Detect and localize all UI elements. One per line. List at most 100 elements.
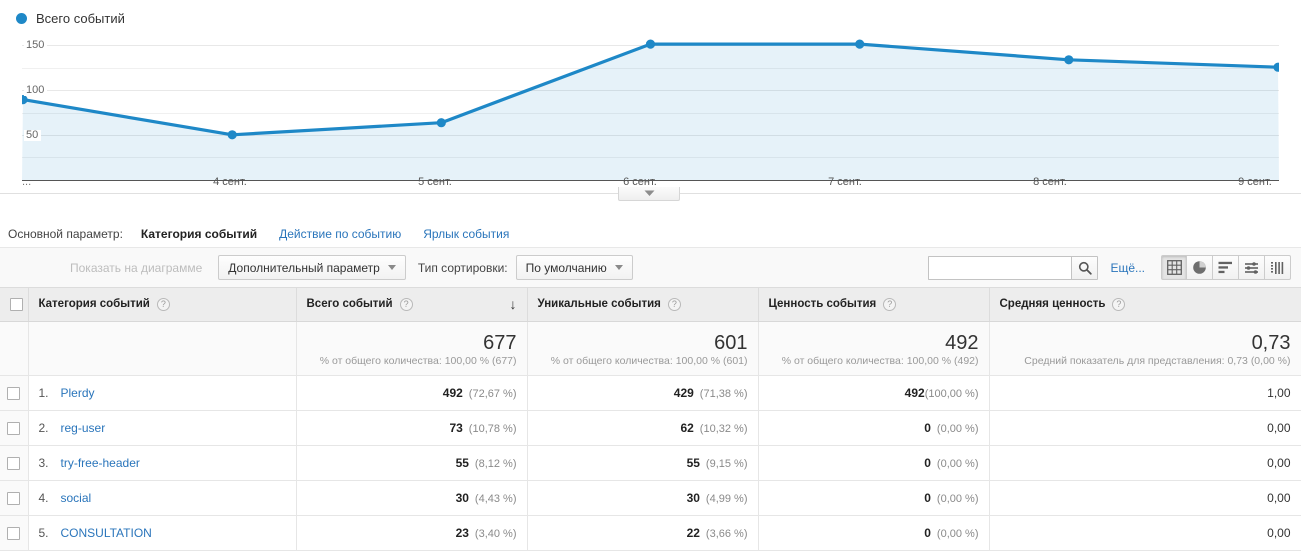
row-average-value: 0,00	[989, 445, 1301, 481]
row-checkbox[interactable]	[7, 456, 21, 470]
dimension-tab-event-action[interactable]: Действие по событию	[268, 227, 412, 241]
summary-event-value: 492 % от общего количества: 100,00 % (49…	[758, 321, 990, 376]
row-name-link[interactable]: try-free-header	[61, 456, 140, 470]
row-value-percent: (100,00 %)	[924, 387, 979, 400]
performance-view-icon[interactable]	[1239, 255, 1265, 280]
summary-value: 677	[483, 331, 517, 354]
table-row: 5. CONSULTATION 23 (3,40 %) 22 (3,66 %) 0 (0,00…	[0, 515, 1301, 551]
column-header-unique-events[interactable]: Уникальные события ?	[527, 288, 759, 322]
row-select-cell[interactable]	[0, 480, 29, 516]
search-button[interactable]	[1071, 255, 1099, 280]
row-unique-percent: (3,66 %)	[705, 527, 748, 540]
table-search	[928, 255, 1099, 280]
summary-empty-cell	[28, 321, 297, 376]
row-total-events: 492 (72,67 %)	[296, 375, 528, 411]
help-icon[interactable]: ?	[667, 297, 681, 311]
table-view-icon[interactable]	[1161, 255, 1187, 280]
column-header-event-value[interactable]: Ценность события ?	[758, 288, 990, 322]
x-axis-label-2: 5 сент.	[418, 176, 452, 188]
row-checkbox[interactable]	[7, 386, 21, 400]
row-select-cell[interactable]	[0, 410, 29, 446]
chevron-down-icon	[387, 265, 396, 270]
column-header-event-category[interactable]: Категория событий ?	[28, 288, 297, 322]
row-event-category: 5. CONSULTATION	[28, 515, 297, 551]
legend-color-dot	[16, 12, 27, 24]
column-header-total-events[interactable]: Всего событий ? ↓	[296, 288, 528, 322]
row-unique-events: 22 (3,66 %)	[527, 515, 759, 551]
table-row: 1. Plerdy 492 (72,67 %) 429 (71,38 %) 492(100,…	[0, 375, 1301, 411]
summary-total-events: 677 % от общего количества: 100,00 % (67…	[296, 321, 528, 376]
table-summary-row: 677 % от общего количества: 100,00 % (67…	[0, 321, 1301, 376]
row-total-events: 23 (3,40 %)	[296, 515, 528, 551]
help-icon[interactable]: ?	[883, 297, 897, 311]
row-total-percent: (72,67 %)	[468, 387, 517, 400]
row-total-events: 55 (8,12 %)	[296, 445, 528, 481]
dimension-tab-event-label[interactable]: Ярлык события	[412, 227, 520, 241]
events-line-chart	[22, 39, 1279, 181]
row-unique-events: 30 (4,99 %)	[527, 480, 759, 516]
events-report-table: Категория событий ? Всего событий ? ↓ Ун…	[0, 288, 1301, 551]
dimension-tab-event-category[interactable]: Категория событий	[130, 227, 268, 241]
sort-descending-icon[interactable]: ↓	[510, 297, 517, 311]
row-name-link[interactable]: Plerdy	[61, 386, 95, 400]
row-total-value: 73	[449, 420, 463, 435]
y-axis-tick-50: 50	[24, 130, 42, 141]
row-unique-value: 62	[680, 420, 694, 435]
row-select-cell[interactable]	[0, 515, 29, 551]
row-value-percent: (0,00 %)	[936, 492, 979, 505]
view-type-switcher	[1161, 255, 1291, 280]
row-value-percent: (0,00 %)	[936, 457, 979, 470]
row-event-category: 4. social	[28, 480, 297, 516]
row-name-link[interactable]: reg-user	[61, 421, 106, 435]
row-name-link[interactable]: CONSULTATION	[61, 526, 152, 540]
column-header-average-value[interactable]: Средняя ценность ?	[989, 288, 1301, 322]
row-unique-value: 22	[686, 525, 700, 540]
select-all-header[interactable]	[0, 288, 29, 322]
row-index: 3.	[38, 455, 49, 470]
chart-point-2	[436, 118, 446, 128]
pivot-view-icon[interactable]	[1265, 255, 1291, 280]
row-name-link[interactable]: social	[61, 491, 92, 505]
summary-value: 492	[945, 331, 979, 354]
row-select-cell[interactable]	[0, 375, 29, 411]
row-value-value: 0	[924, 455, 931, 470]
search-input[interactable]	[928, 255, 1072, 280]
help-icon[interactable]: ?	[1112, 297, 1126, 311]
search-icon	[1078, 261, 1092, 275]
chart-point-5	[1064, 55, 1074, 65]
x-axis-label-1: 4 сент.	[213, 176, 247, 188]
secondary-dimension-button[interactable]: Дополнительный параметр	[218, 255, 406, 280]
row-avg-value: 0,00	[1267, 525, 1291, 540]
chart-plot-area	[22, 33, 1279, 181]
row-select-cell[interactable]	[0, 445, 29, 481]
chart-legend: Всего событий	[16, 9, 125, 27]
chart-point-4	[855, 39, 865, 49]
horizontal-bars-icon	[1218, 261, 1232, 274]
plot-rows-button[interactable]: Показать на диаграмме	[60, 255, 212, 280]
row-checkbox[interactable]	[7, 421, 21, 435]
help-icon[interactable]: ?	[156, 297, 170, 311]
row-unique-percent: (10,32 %)	[699, 422, 748, 435]
row-unique-percent: (9,15 %)	[705, 457, 748, 470]
row-value-value: 0	[924, 420, 931, 435]
comparison-icon	[1245, 261, 1258, 274]
help-icon[interactable]: ?	[399, 297, 413, 311]
row-event-value: 0 (0,00 %)	[758, 480, 990, 516]
bar-chart-view-icon[interactable]	[1213, 255, 1239, 280]
table-header-row: Категория событий ? Всего событий ? ↓ Ун…	[0, 288, 1301, 322]
summary-average-value: 0,73 Средний показатель для представлени…	[989, 321, 1301, 376]
select-all-checkbox[interactable]	[10, 297, 23, 311]
y-axis-tick-150: 150	[24, 40, 48, 51]
chart-collapse-toggle[interactable]	[618, 187, 680, 201]
chart-point-3	[645, 39, 656, 49]
row-checkbox[interactable]	[7, 491, 21, 505]
row-event-value: 0 (0,00 %)	[758, 410, 990, 446]
chart-point-1	[227, 130, 237, 140]
more-options-link[interactable]: Ещё...	[1110, 261, 1145, 275]
table-row: 3. try-free-header 55 (8,12 %) 55 (9,15 %) 0 (0…	[0, 445, 1301, 481]
pie-chart-view-icon[interactable]	[1187, 255, 1213, 280]
sort-type-button[interactable]: По умолчанию	[515, 255, 633, 280]
column-label: Уникальные события	[537, 298, 661, 311]
row-checkbox[interactable]	[7, 526, 21, 540]
events-chart-panel: Всего событий 150 100 50 ... 4 сент. 5 с…	[0, 0, 1301, 208]
